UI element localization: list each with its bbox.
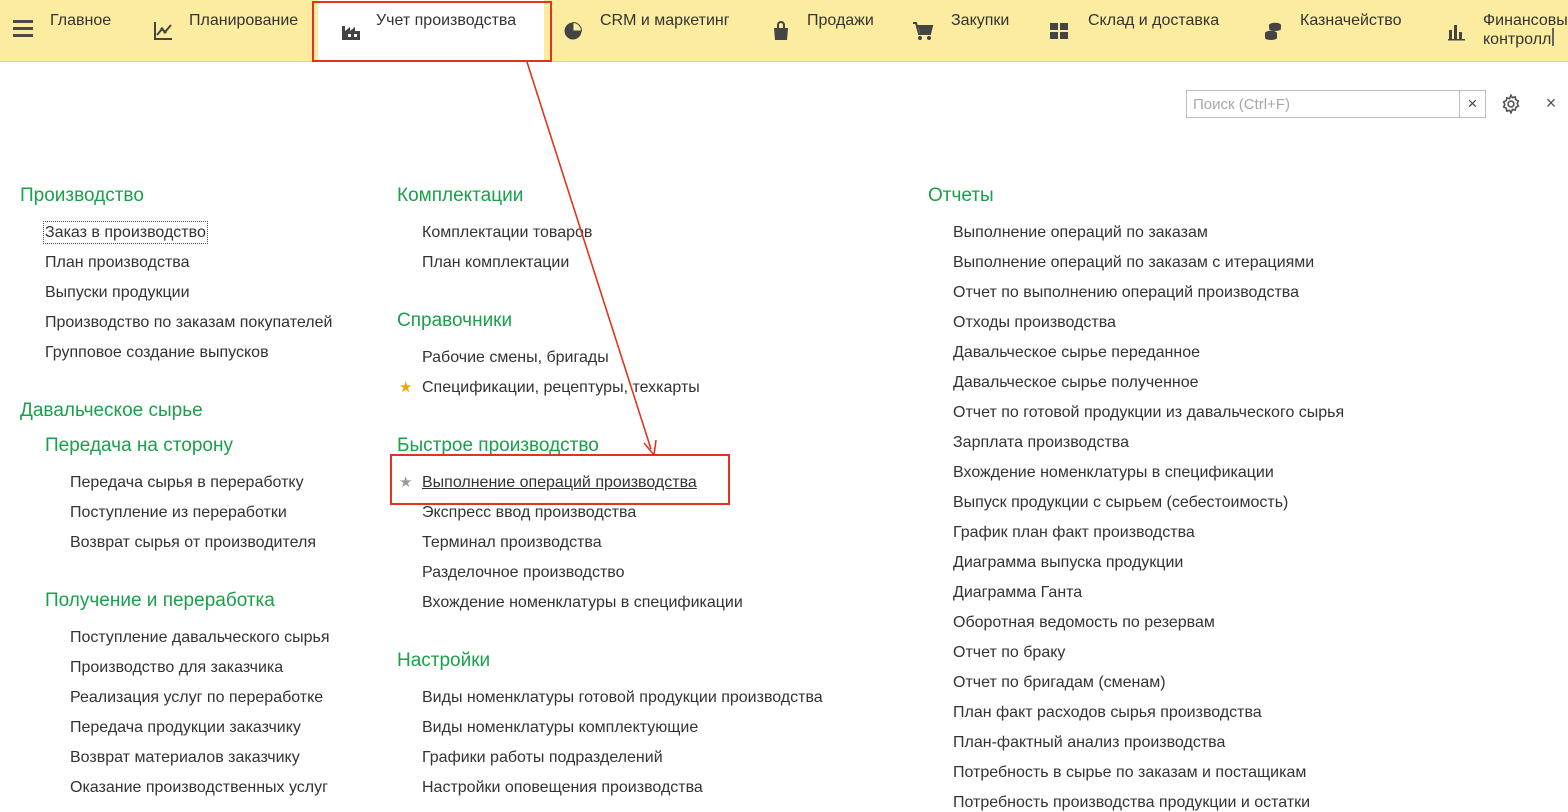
subgroup-receiving-title: Получение и переработка xyxy=(45,590,275,611)
close-panel-button[interactable]: × xyxy=(1542,94,1560,112)
section-label: Продажи xyxy=(807,12,874,29)
link-component-types[interactable]: Виды номенклатуры комплектующие xyxy=(422,718,698,737)
report-link[interactable]: График план факт производства xyxy=(953,523,1195,542)
section-label: Планирование xyxy=(189,12,299,29)
group-settings-title: Настройки xyxy=(397,650,491,671)
section-bar: Главное Планирование Учет производства C… xyxy=(0,0,1568,62)
link-receipt-from-processing[interactable]: Поступление из переработки xyxy=(70,503,287,522)
report-link[interactable]: Диаграмма выпуска продукции xyxy=(953,553,1183,572)
link-production-for-customer[interactable]: Производство для заказчика xyxy=(70,658,283,677)
link-finished-goods-types[interactable]: Виды номенклатуры готовой продукции прои… xyxy=(422,688,823,707)
report-link[interactable]: Потребность в сырье по заказам и постащи… xyxy=(953,763,1306,782)
group-production-title: Производство xyxy=(20,185,144,206)
report-link[interactable]: Выполнение операций по заказам с итераци… xyxy=(953,253,1314,272)
main-menu-icon[interactable] xyxy=(13,20,33,38)
section-financial-control[interactable]: Финансовый контролл xyxy=(1446,0,1568,61)
section-label: контролл xyxy=(1483,31,1552,48)
report-link[interactable]: Давальческое сырье переданное xyxy=(953,343,1200,362)
link-production-notification-settings[interactable]: Настройки оповещения производства xyxy=(422,778,703,797)
search-input[interactable] xyxy=(1186,90,1460,118)
bar-chart-icon xyxy=(1448,25,1465,41)
report-link[interactable]: Отчет по браку xyxy=(953,643,1065,662)
gear-icon[interactable] xyxy=(1500,93,1522,115)
link-production-services[interactable]: Оказание производственных услуг xyxy=(70,778,328,797)
report-link[interactable]: Отходы производства xyxy=(953,313,1116,332)
link-specifications[interactable]: Спецификации, рецептуры, техкарты xyxy=(422,378,700,397)
report-link[interactable]: Давальческое сырье полученное xyxy=(953,373,1199,392)
link-production-operations-execution[interactable]: Выполнение операций производства xyxy=(422,473,697,492)
section-crm[interactable]: CRM и маркетинг xyxy=(562,0,762,61)
link-cutting-production[interactable]: Разделочное производство xyxy=(422,563,625,582)
group-quick-production-title: Быстрое производство xyxy=(397,435,599,456)
coins-icon xyxy=(1265,22,1281,40)
favorite-star-icon[interactable]: ★ xyxy=(399,475,412,491)
section-label: CRM и маркетинг xyxy=(600,12,730,29)
favorite-star-icon[interactable]: ★ xyxy=(399,380,412,396)
link-tolling-raw-receipt[interactable]: Поступление давальческого сырья xyxy=(70,628,330,647)
link-production-by-customer-orders[interactable]: Производство по заказам покупателей xyxy=(45,313,332,332)
report-link[interactable]: Отчет по выполнению операций производств… xyxy=(953,283,1299,302)
report-link[interactable]: План факт расходов сырья производства xyxy=(953,703,1262,722)
report-link[interactable]: Отчет по готовой продукции из давальческ… xyxy=(953,403,1344,422)
report-link[interactable]: Отчет по бригадам (сменам) xyxy=(953,673,1166,692)
section-label: Склад и доставка xyxy=(1088,12,1220,29)
link-express-production-input[interactable]: Экспресс ввод производства xyxy=(422,503,636,522)
section-label: Казначейство xyxy=(1300,12,1402,29)
link-transfer-raw-to-processing[interactable]: Передача сырья в переработку xyxy=(70,473,304,492)
section-label: Учет производства xyxy=(376,12,517,29)
section-sales[interactable]: Продажи xyxy=(770,0,890,61)
report-link[interactable]: Диаграмма Ганта xyxy=(953,583,1082,602)
section-treasury[interactable]: Казначейство xyxy=(1262,0,1432,61)
report-link[interactable]: План-фактный анализ производства xyxy=(953,733,1225,752)
report-link[interactable]: Оборотная ведомость по резервам xyxy=(953,613,1215,632)
section-purchases[interactable]: Закупки xyxy=(912,0,1022,61)
link-processing-services-sale[interactable]: Реализация услуг по переработке xyxy=(70,688,323,707)
link-production-terminal[interactable]: Терминал производства xyxy=(422,533,602,552)
link-raw-return-from-producer[interactable]: Возврат сырья от производителя xyxy=(70,533,316,552)
group-reports-title: Отчеты xyxy=(928,185,994,206)
link-group-output-creation[interactable]: Групповое создание выпусков xyxy=(45,343,269,362)
link-work-shifts[interactable]: Рабочие смены, бригады xyxy=(422,348,609,367)
link-production-plan[interactable]: План производства xyxy=(45,253,190,272)
section-label: Финансовый xyxy=(1483,12,1568,29)
section-label: Закупки xyxy=(951,12,1010,29)
pie-chart-icon xyxy=(564,21,583,40)
group-tolling-title: Давальческое сырье xyxy=(20,400,203,421)
link-kit-plan[interactable]: План комплектации xyxy=(422,253,569,272)
shopping-cart-icon xyxy=(913,22,934,40)
section-production-accounting[interactable]: Учет производства xyxy=(318,0,544,61)
subgroup-transfer-title: Передача на сторону xyxy=(45,435,233,456)
link-production-order[interactable]: Заказ в производство xyxy=(43,221,208,244)
planning-chart-icon xyxy=(154,22,172,40)
group-kits-title: Комплектации xyxy=(397,185,524,206)
report-link[interactable]: Потребность производства продукции и ост… xyxy=(953,793,1310,812)
link-department-schedules[interactable]: Графики работы подразделений xyxy=(422,748,663,767)
report-link[interactable]: Зарплата производства xyxy=(953,433,1129,452)
section-main[interactable]: Главное xyxy=(50,0,140,61)
link-goods-kits[interactable]: Комплектации товаров xyxy=(422,223,592,242)
warehouse-grid-icon xyxy=(1050,23,1068,39)
link-product-output[interactable]: Выпуски продукции xyxy=(45,283,190,302)
search-clear-button[interactable]: × xyxy=(1459,90,1486,118)
section-warehouse[interactable]: Склад и доставка xyxy=(1048,0,1238,61)
link-product-transfer-to-customer[interactable]: Передача продукции заказчику xyxy=(70,718,301,737)
report-link[interactable]: Выполнение операций по заказам xyxy=(953,223,1208,242)
factory-icon xyxy=(342,26,360,40)
report-link[interactable]: Выпуск продукции с сырьем (себестоимость… xyxy=(953,493,1288,512)
shopping-bag-icon xyxy=(774,21,788,40)
scroll-marker xyxy=(1552,28,1554,46)
group-references-title: Справочники xyxy=(397,310,513,331)
section-label: Главное xyxy=(50,12,112,29)
link-nomenclature-in-specs[interactable]: Вхождение номенклатуры в спецификации xyxy=(422,593,743,612)
report-link[interactable]: Вхождение номенклатуры в спецификации xyxy=(953,463,1274,482)
section-planning[interactable]: Планирование xyxy=(150,0,310,61)
link-materials-return-to-customer[interactable]: Возврат материалов заказчику xyxy=(70,748,300,767)
